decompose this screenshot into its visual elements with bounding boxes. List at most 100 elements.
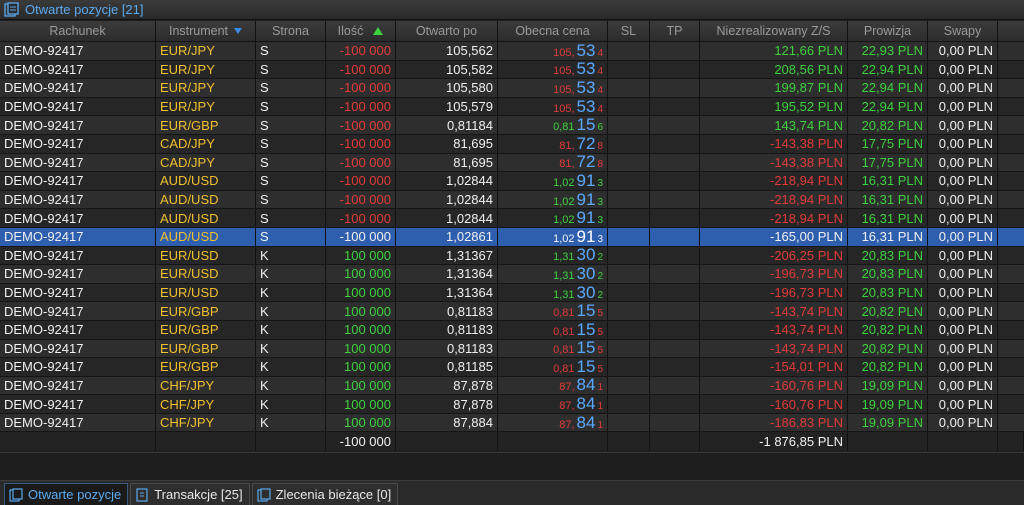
col-header-sl[interactable]: SL (608, 21, 650, 41)
table-row[interactable]: DEMO-92417 AUD/USD S -100 000 1,02844 1,02 91 3… (0, 172, 1024, 191)
cell-tp[interactable] (650, 302, 700, 320)
table-row[interactable]: DEMO-92417 EUR/JPY S -100 000 105,582 105, 53 4… (0, 60, 1024, 80)
cell-tp[interactable] (650, 339, 700, 358)
cell-tp[interactable] (650, 209, 700, 227)
filter-icon[interactable] (234, 28, 243, 34)
cell-tp[interactable] (650, 60, 700, 79)
cell-tp[interactable] (650, 153, 700, 172)
cell-sl[interactable] (608, 339, 650, 358)
table-row[interactable]: DEMO-92417 EUR/GBP K 100 000 0,81183 0,81 15 5-… (0, 320, 1024, 340)
cell-tp[interactable] (650, 413, 700, 432)
cell-sl[interactable] (608, 172, 650, 190)
price-base: 105, (553, 65, 575, 78)
col-header-qty[interactable]: Ilość (326, 21, 396, 41)
cell-sl[interactable] (608, 265, 650, 283)
cell-tp[interactable] (650, 265, 700, 283)
col-header-current-price[interactable]: Obecna cena (498, 21, 608, 41)
table-row[interactable]: DEMO-92417 EUR/GBP K 100 000 0,81183 0,81 15 5-… (0, 339, 1024, 359)
table-row[interactable]: DEMO-92417 CAD/JPY S -100 000 81,695 81, 72 8 -1… (0, 134, 1024, 154)
col-header-open-price[interactable]: Otwarto po (396, 21, 498, 41)
cell-tp[interactable] (650, 116, 700, 134)
tab-current-orders[interactable]: Zlecenia bieżące [0] (251, 483, 399, 505)
cell-sl[interactable] (608, 246, 650, 265)
cell-sl[interactable] (608, 42, 650, 60)
table-row[interactable]: DEMO-92417 AUD/USD S -100 000 1,02844 1,02 91 3… (0, 209, 1024, 228)
cell-sl[interactable] (608, 358, 650, 376)
cell-qty: 100 000 (326, 265, 396, 283)
cell-tp[interactable] (650, 172, 700, 190)
price-base: 105, (553, 102, 575, 115)
cell-swaps: 0,00 PLN (928, 209, 998, 227)
cell-sl[interactable] (608, 376, 650, 395)
col-header-swaps[interactable]: Swapy (928, 21, 998, 41)
cell-swaps: 0,00 PLN (928, 60, 998, 79)
cell-qty: 100 000 (326, 358, 396, 376)
cell-sl[interactable] (608, 413, 650, 432)
col-header-side[interactable]: Strona (256, 21, 326, 41)
table-row[interactable]: DEMO-92417 AUD/USD S -100 000 1,02861 1,02 91 3… (0, 227, 1024, 247)
cell-sl[interactable] (608, 60, 650, 79)
cell-tp[interactable] (650, 97, 700, 116)
cell-sl[interactable] (608, 320, 650, 339)
cell-commission: 20,82 PLN (848, 320, 928, 339)
cell-open-price: 105,580 (396, 79, 498, 97)
col-header-tp[interactable]: TP (650, 21, 700, 41)
cell-sl[interactable] (608, 395, 650, 413)
col-header-instrument[interactable]: Instrument (156, 21, 256, 41)
table-row[interactable]: DEMO-92417 AUD/USD S -100 000 1,02844 1,02 91 3… (0, 190, 1024, 210)
cell-tp[interactable] (650, 42, 700, 60)
cell-filler (998, 340, 1024, 358)
tab-transactions[interactable]: Transakcje [25] (130, 483, 250, 505)
cell-tp[interactable] (650, 376, 700, 395)
cell-sl[interactable] (608, 97, 650, 116)
table-row[interactable]: DEMO-92417 EUR/GBP K 100 000 0,81183 0,81 15 5-… (0, 302, 1024, 321)
cell-tp[interactable] (650, 79, 700, 97)
cell-unrealized-pl: -143,74 PLN (700, 320, 848, 339)
cell-account: DEMO-92417 (0, 283, 156, 302)
cell-open-price: 1,02844 (396, 190, 498, 209)
cell-sl[interactable] (608, 134, 650, 153)
cell-sl[interactable] (608, 116, 650, 134)
table-row[interactable]: DEMO-92417 EUR/USD K 100 000 1,31364 1,31 30 2-… (0, 283, 1024, 303)
table-header: Rachunek Instrument Strona Ilość Otwarto… (0, 21, 1024, 42)
table-row[interactable]: DEMO-92417 EUR/JPY S -100 000 105,580 105, 53 4… (0, 79, 1024, 98)
cell-sl[interactable] (608, 302, 650, 320)
cell-account: DEMO-92417 (0, 358, 156, 376)
table-row[interactable]: DEMO-92417 CHF/JPY K 100 000 87,878 87, 84 1 -16… (0, 376, 1024, 396)
cell-tp[interactable] (650, 358, 700, 376)
price-fraction: 4 (597, 103, 603, 115)
table-row[interactable]: DEMO-92417 CAD/JPY S -100 000 81,695 81, 72 8 -1… (0, 153, 1024, 173)
cell-sl[interactable] (608, 190, 650, 209)
table-row[interactable]: DEMO-92417 EUR/GBP S -100 000 0,81184 0,81 15 6… (0, 116, 1024, 135)
positions-window-icon (4, 2, 19, 17)
table-row[interactable]: DEMO-92417 EUR/GBP K 100 000 0,81185 0,81 15 5-… (0, 358, 1024, 377)
table-row[interactable]: DEMO-92417 CHF/JPY K 100 000 87,878 87, 84 1 -16… (0, 395, 1024, 414)
table-row[interactable]: DEMO-92417 CHF/JPY K 100 000 87,884 87, 84 1 -18… (0, 413, 1024, 433)
cell-sl[interactable] (608, 153, 650, 172)
cell-tp[interactable] (650, 190, 700, 209)
cell-tp[interactable] (650, 283, 700, 302)
table-row[interactable]: DEMO-92417 EUR/USD K 100 000 1,31364 1,31 30 2-… (0, 265, 1024, 284)
price-fraction: 4 (597, 47, 603, 59)
col-header-unrealized-pl[interactable]: Niezrealizowany Z/S (700, 21, 848, 41)
cell-sl[interactable] (608, 209, 650, 227)
cell-open-price: 0,81183 (396, 302, 498, 320)
cell-sl[interactable] (608, 227, 650, 246)
cell-tp[interactable] (650, 320, 700, 339)
col-header-account[interactable]: Rachunek (0, 21, 156, 41)
cell-sl[interactable] (608, 283, 650, 302)
table-row[interactable]: DEMO-92417 EUR/JPY S -100 000 105,579 105, 53 4… (0, 97, 1024, 117)
tab-open-positions[interactable]: Otwarte pozycje (4, 483, 129, 505)
cell-tp[interactable] (650, 134, 700, 153)
cell-tp[interactable] (650, 227, 700, 246)
price-pips: 84 (576, 376, 596, 395)
table-row[interactable]: DEMO-92417 EUR/USD K 100 000 1,31367 1,31 30 2-… (0, 246, 1024, 266)
col-header-commission[interactable]: Prowizja (848, 21, 928, 41)
table-row[interactable]: DEMO-92417 EUR/JPY S -100 000 105,562 105, 53 4… (0, 42, 1024, 61)
cell-open-price: 1,02861 (396, 227, 498, 246)
cell-current-price: 81, 72 8 (498, 153, 608, 172)
cell-tp[interactable] (650, 246, 700, 265)
cell-tp[interactable] (650, 395, 700, 413)
cell-instrument: EUR/JPY (156, 97, 256, 116)
cell-sl[interactable] (608, 79, 650, 97)
